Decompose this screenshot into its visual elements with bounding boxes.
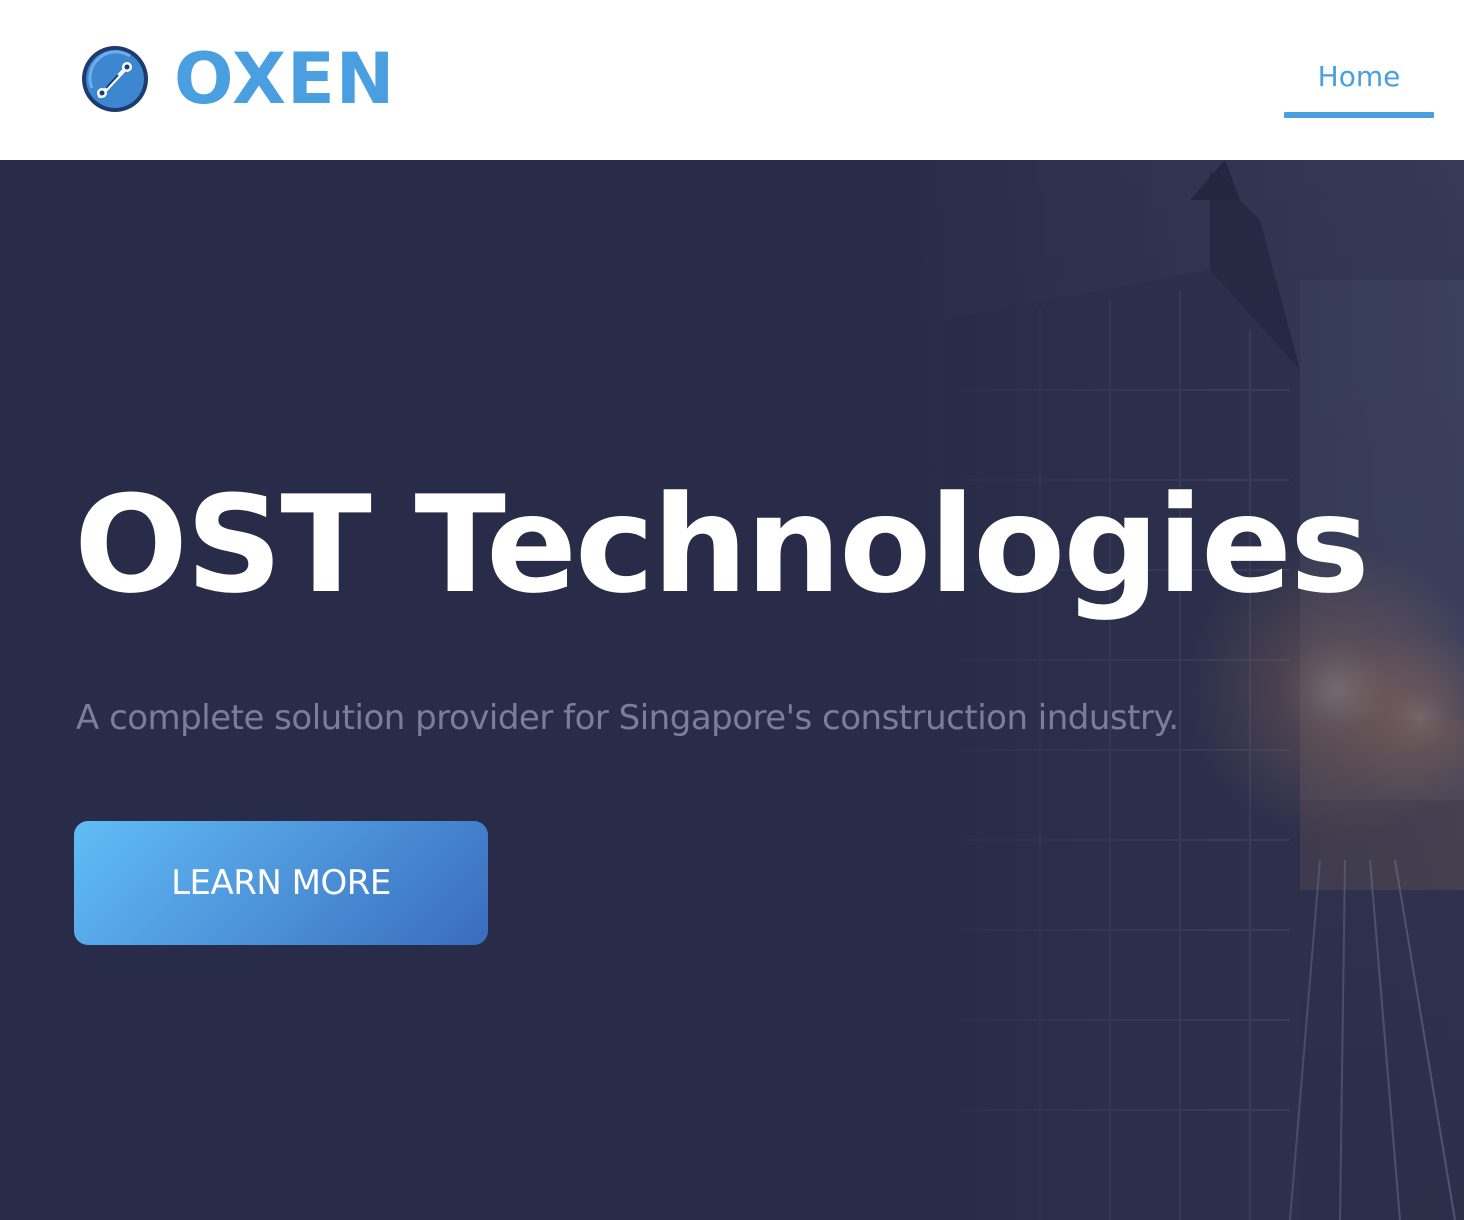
site-header: OXEN Home: [0, 0, 1464, 160]
brand-logo-link[interactable]: OXEN: [80, 44, 395, 114]
learn-more-button[interactable]: LEARN MORE: [74, 821, 488, 945]
nav-home-label: Home: [1317, 60, 1401, 93]
hero-subtitle: A complete solution provider for Singapo…: [76, 698, 1179, 738]
hero-section: OST Technologies A complete solution pro…: [0, 160, 1464, 1220]
circuit-logo-icon: [82, 46, 148, 112]
nav-home-link[interactable]: Home: [1284, 52, 1434, 118]
hero-title: OST Technologies: [74, 467, 1370, 623]
construction-background-image: [0, 160, 1464, 1220]
brand-name: OXEN: [174, 38, 396, 120]
active-nav-indicator: [1284, 112, 1434, 118]
